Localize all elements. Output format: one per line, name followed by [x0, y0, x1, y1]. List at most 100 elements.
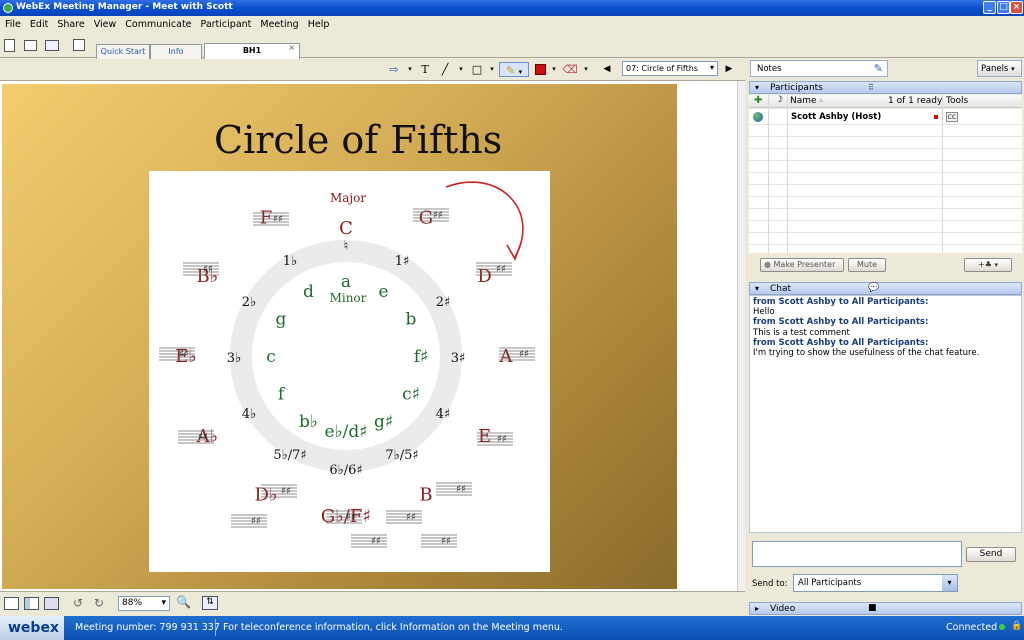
accidental-marks-icon: ♯♯	[346, 512, 356, 523]
menu-file[interactable]: File	[0, 16, 25, 30]
collapse-arrow-icon[interactable]: ▾	[755, 82, 759, 94]
menu-edit[interactable]: Edit	[25, 16, 52, 30]
viewer-scrollbar[interactable]	[737, 81, 745, 591]
accidental-marks-icon: ♯♯	[433, 210, 443, 221]
key-signature-label: 2♭	[242, 295, 256, 310]
panel-grip-icon[interactable]: ⠿	[868, 82, 874, 94]
video-panel-header[interactable]: ▸ Video ■	[749, 602, 1022, 615]
highlighter-tool-icon[interactable]: ✎ ▾	[499, 62, 529, 77]
chat-input[interactable]	[752, 541, 962, 567]
host-indicator-icon	[934, 115, 938, 119]
participants-title: Participants	[770, 83, 823, 93]
participant-row[interactable]: Scott Ashby (Host) CC	[749, 111, 1022, 125]
chat-message-sender: from Scott Ashby to All Participants:	[753, 317, 929, 328]
text-tool-icon[interactable]: T	[418, 62, 432, 77]
send-to-select[interactable]: All Participants ▾	[793, 574, 958, 592]
accidental-marks-icon: ♯♯	[281, 486, 291, 497]
next-page-icon[interactable]: ▶	[724, 62, 734, 77]
name-column-header[interactable]: Name	[790, 96, 817, 106]
pointer-dropdown-icon[interactable]: ▾	[406, 62, 414, 77]
menu-share[interactable]: Share	[52, 16, 88, 30]
color-picker-icon[interactable]	[535, 64, 546, 75]
new-document-icon[interactable]	[4, 39, 15, 52]
key-signature-label: 4♯	[436, 407, 451, 422]
line-dropdown-icon[interactable]: ▾	[457, 62, 465, 77]
collapse-arrow-icon[interactable]: ▾	[755, 283, 759, 295]
minor-key-label: b♭	[299, 412, 318, 432]
chat-message-text: Hello	[753, 307, 775, 318]
zoom-magnifier-icon[interactable]: 🔍	[176, 595, 191, 609]
meeting-number: Meeting number: 799 931 337	[75, 622, 220, 633]
layout-single-icon[interactable]	[4, 597, 19, 610]
send-button[interactable]: Send	[966, 547, 1016, 562]
share-window-icon[interactable]	[24, 40, 37, 51]
maximize-button[interactable]: □	[997, 1, 1010, 14]
menu-bar: File Edit Share View Communicate Participant M…	[0, 16, 1024, 34]
share-desktop-icon[interactable]	[45, 40, 59, 51]
status-bar: webex Meeting number: 799 931 337 For te…	[0, 616, 1024, 640]
whiteboard-icon[interactable]	[73, 39, 85, 51]
chat-panel-header[interactable]: ▾ Chat 💬	[749, 282, 1022, 295]
participants-panel-header[interactable]: ▾ Participants ⠿	[749, 81, 1022, 94]
chat-messages[interactable]: from Scott Ashby to All Participants: He…	[749, 295, 1022, 533]
notes-button[interactable]: Notes ✎	[750, 60, 888, 77]
menu-help[interactable]: Help	[303, 16, 334, 30]
cc-icon[interactable]: CC	[946, 112, 958, 122]
rectangle-tool-icon[interactable]: □	[470, 62, 484, 77]
line-tool-icon[interactable]: ╱	[438, 62, 452, 77]
invite-button[interactable]: +♣ ▾	[964, 258, 1012, 272]
key-signature-label: ♮	[344, 239, 349, 254]
circle-of-fifths-svg: Major Minor CGDAEBG♭/F♯D♭A♭E♭B♭F a ebf♯c♯…	[159, 181, 535, 548]
menu-meeting[interactable]: Meeting	[255, 16, 302, 30]
accidental-marks-icon: ♯♯	[496, 264, 506, 275]
column-divider	[942, 95, 943, 253]
tab-info[interactable]: Info	[150, 44, 202, 59]
rotate-right-icon[interactable]: ↻	[94, 596, 104, 610]
minor-label: Minor	[330, 291, 367, 305]
page-selector[interactable]: 07: Circle of Fifths ▾	[622, 61, 718, 76]
title-bar: WebEx Meeting Manager - Meet with Scott …	[0, 0, 1024, 16]
chat-message-text: This is a test comment	[753, 327, 850, 338]
tab-bh1[interactable]: BH1 ×	[204, 43, 300, 59]
eraser-tool-icon[interactable]: ⌫	[562, 62, 578, 77]
rectangle-dropdown-icon[interactable]: ▾	[488, 62, 496, 77]
previous-page-icon[interactable]: ◀	[602, 62, 612, 77]
layout-thumbnails-icon[interactable]	[24, 597, 39, 610]
staff-notation-icon: ♯♯	[386, 510, 422, 524]
tab-close-icon[interactable]: ×	[288, 41, 295, 55]
panels-label: Panels	[981, 64, 1009, 74]
accidental-marks-icon: ♯♯	[198, 432, 208, 443]
mute-button[interactable]: Mute	[848, 258, 886, 272]
panels-button[interactable]: Panels ▾	[977, 60, 1022, 77]
minor-key-label: c	[266, 347, 276, 367]
add-participant-icon[interactable]: ✚	[754, 95, 762, 106]
chat-message-text: I'm trying to show the usefulness of the…	[753, 348, 980, 359]
tab-quick-start[interactable]: Quick Start	[96, 44, 150, 59]
send-to-label: Send to:	[752, 579, 788, 589]
sync-display-icon[interactable]: ⇅	[202, 596, 218, 610]
color-dropdown-icon[interactable]: ▾	[550, 62, 558, 77]
menu-communicate[interactable]: Communicate	[120, 16, 195, 30]
key-signature-label: 6♭/6♯	[329, 463, 362, 478]
menu-view[interactable]: View	[89, 16, 121, 30]
key-signature-label: 4♭	[242, 407, 256, 422]
close-button[interactable]: ×	[1010, 1, 1023, 14]
empty-row	[749, 234, 1022, 245]
video-camera-icon: ■	[868, 603, 877, 613]
page-dropdown-icon: ▾	[709, 63, 714, 72]
make-presenter-button[interactable]: ● Make Presenter	[760, 258, 844, 272]
key-signature-label: 1♯	[395, 254, 410, 269]
key-signature-label: 1♭	[283, 254, 297, 269]
menu-participant[interactable]: Participant	[196, 16, 256, 30]
expand-arrow-icon[interactable]: ▸	[755, 603, 759, 615]
rotate-left-icon[interactable]: ↺	[73, 596, 83, 610]
layout-fullscreen-icon[interactable]	[44, 597, 59, 610]
globe-icon	[753, 112, 763, 122]
viewer-bottom-toolbar	[0, 591, 745, 616]
minimize-button[interactable]: _	[983, 1, 996, 14]
eraser-dropdown-icon[interactable]: ▾	[582, 62, 590, 77]
pointer-arrow-icon[interactable]: ⇨	[386, 62, 402, 77]
video-title: Video	[770, 604, 796, 614]
zoom-select[interactable]: 88% ▾	[118, 596, 170, 611]
accidental-marks-icon: ♯♯	[371, 536, 381, 547]
